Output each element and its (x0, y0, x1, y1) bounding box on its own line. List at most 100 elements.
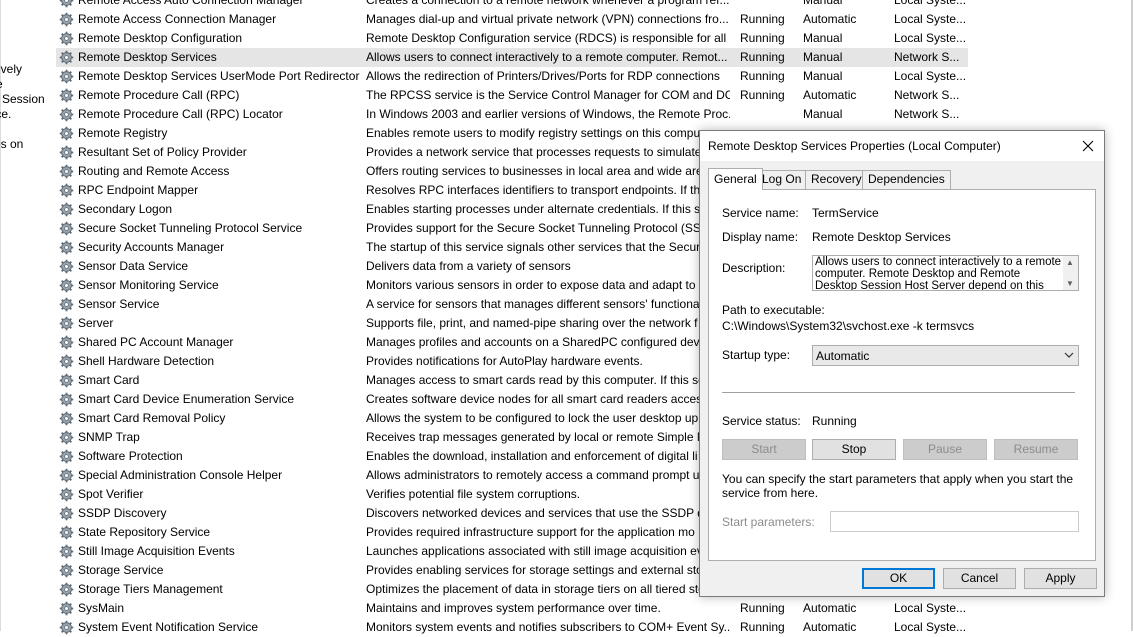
description-label: Description: (722, 261, 786, 275)
properties-dialog: Remote Desktop Services Properties (Loca… (699, 130, 1105, 597)
service-startup-type: Automatic (803, 12, 857, 26)
service-row[interactable]: Remote Desktop Services UserMode Port Re… (56, 67, 968, 86)
service-row[interactable]: Remote Procedure Call (RPC) Locator In Wi… (56, 105, 968, 124)
gear-icon (59, 373, 74, 388)
service-status-value: Running (812, 414, 857, 428)
gear-icon (59, 12, 74, 27)
service-description: Launches applications associated with st… (366, 544, 703, 558)
service-description: A service for sensors that manages diffe… (366, 297, 703, 311)
service-description: Enables remote users to modify registry … (366, 126, 701, 140)
gear-icon (59, 411, 74, 426)
service-row[interactable]: Remote Desktop Services Allows users to c… (56, 48, 968, 67)
gear-icon (59, 221, 74, 236)
gear-icon (59, 601, 74, 616)
service-name: Remote Desktop Services (78, 50, 217, 64)
gear-icon (59, 69, 74, 84)
service-status: Running (740, 601, 785, 615)
service-description: Remote Desktop Configuration service (RD… (366, 31, 730, 45)
gear-icon (59, 259, 74, 274)
tab-general[interactable]: General (708, 168, 763, 190)
resume-button[interactable]: Resume (994, 439, 1078, 460)
service-startup-type: Manual (803, 50, 843, 64)
chevron-down-icon[interactable] (1064, 349, 1074, 364)
path-value: C:\Windows\System32\svchost.exe -k terms… (722, 319, 975, 333)
service-row[interactable]: SysMain Maintains and improves system per… (56, 599, 968, 618)
service-startup-type: Automatic (803, 620, 857, 634)
service-name: Smart Card Device Enumeration Service (78, 392, 295, 406)
service-description: Maintains and improves system performanc… (366, 601, 661, 615)
scroll-up-icon[interactable]: ▲ (1066, 258, 1074, 267)
gear-icon (59, 468, 74, 483)
startup-type-value: Automatic (816, 349, 870, 363)
apply-button[interactable]: Apply (1024, 568, 1097, 589)
service-startup-type: Manual (803, 31, 843, 45)
gear-icon (59, 0, 74, 8)
service-log-on-as: Network S... (894, 88, 960, 102)
gear-icon (59, 316, 74, 331)
description-pane-line: ote (0, 77, 52, 92)
description-pane-line: p Session (0, 92, 45, 106)
service-status: Running (740, 31, 785, 45)
service-name: Smart Card (78, 373, 140, 387)
service-name: Routing and Remote Access (78, 164, 230, 178)
service-row[interactable]: Remote Desktop Configuration Remote Deskt… (56, 29, 968, 48)
gear-icon (59, 50, 74, 65)
service-row[interactable]: Remote Access Auto Connection Manager Cre… (56, 0, 968, 10)
service-description: Creates a connection to a remote network… (366, 0, 730, 7)
service-description: The startup of this service signals othe… (366, 240, 713, 254)
gear-icon (59, 620, 74, 635)
service-description: Provides support for the Secure Socket T… (366, 221, 709, 235)
service-row[interactable]: System Event Notification Service Monitor… (56, 618, 968, 637)
gear-icon (59, 335, 74, 350)
service-name: Sensor Monitoring Service (78, 278, 219, 292)
description-text: Allows users to connect interactively to… (815, 256, 1062, 291)
tab-log-on[interactable]: Log On (756, 170, 808, 189)
service-description: Delivers data from a variety of sensors (366, 259, 571, 273)
service-description: Offers routing services to businesses in… (366, 164, 710, 178)
service-log-on-as: Network S... (894, 50, 960, 64)
service-name: Still Image Acquisition Events (78, 544, 235, 558)
gear-icon (59, 582, 74, 597)
service-row[interactable]: Remote Access Connection Manager Manages … (56, 10, 968, 29)
service-status: Running (740, 50, 785, 64)
tab-dependencies[interactable]: Dependencies (862, 170, 951, 189)
service-name: Storage Tiers Management (78, 582, 223, 596)
gear-icon (59, 183, 74, 198)
stop-button[interactable]: Stop (812, 439, 896, 460)
gear-icon (59, 487, 74, 502)
service-description: Allows users to connect interactively to… (366, 50, 728, 64)
scroll-down-icon[interactable]: ▼ (1066, 279, 1074, 288)
service-log-on-as: Local Syste... (894, 69, 967, 83)
tab-recovery[interactable]: Recovery (805, 170, 868, 189)
service-status: Running (740, 12, 785, 26)
start-params-label: Start parameters: (722, 515, 815, 529)
description-scrollbar[interactable]: ▲ ▼ (1063, 256, 1078, 290)
service-name: Remote Access Auto Connection Manager (78, 0, 304, 7)
description-pane-line: . (0, 167, 52, 182)
pause-button[interactable]: Pause (903, 439, 987, 460)
service-name: Resultant Set of Policy Provider (78, 145, 247, 159)
service-description: Allows administrators to remotely access… (366, 468, 700, 482)
service-name: Remote Procedure Call (RPC) (78, 88, 240, 102)
gear-icon (59, 563, 74, 578)
service-name: Shell Hardware Detection (78, 354, 215, 368)
description-pane-line: s (0, 122, 52, 137)
gear-icon (59, 392, 74, 407)
path-label: Path to executable: (722, 303, 825, 317)
service-row[interactable]: Remote Procedure Call (RPC) The RPCSS ser… (56, 86, 968, 105)
service-description: Manages dial-up and virtual private netw… (366, 12, 729, 26)
dialog-titlebar[interactable]: Remote Desktop Services Properties (Loca… (700, 131, 1104, 161)
close-icon[interactable] (1072, 131, 1104, 161)
description-box[interactable]: Allows users to connect interactively to… (812, 255, 1079, 291)
service-startup-type: Manual (803, 69, 843, 83)
start-params-input[interactable] (830, 511, 1079, 532)
description-pane-line: xes on (0, 137, 24, 151)
startup-type-select[interactable]: Automatic (812, 345, 1079, 366)
service-description: Monitors system events and notifies subs… (366, 620, 730, 634)
service-name: Special Administration Console Helper (78, 468, 283, 482)
start-button[interactable]: Start (722, 439, 806, 460)
ok-button[interactable]: OK (862, 568, 935, 589)
service-startup-type: Manual (803, 0, 843, 7)
cancel-button[interactable]: Cancel (943, 568, 1016, 589)
description-pane: ractivelyotep Sessionervice.sxes onn. (0, 62, 52, 182)
